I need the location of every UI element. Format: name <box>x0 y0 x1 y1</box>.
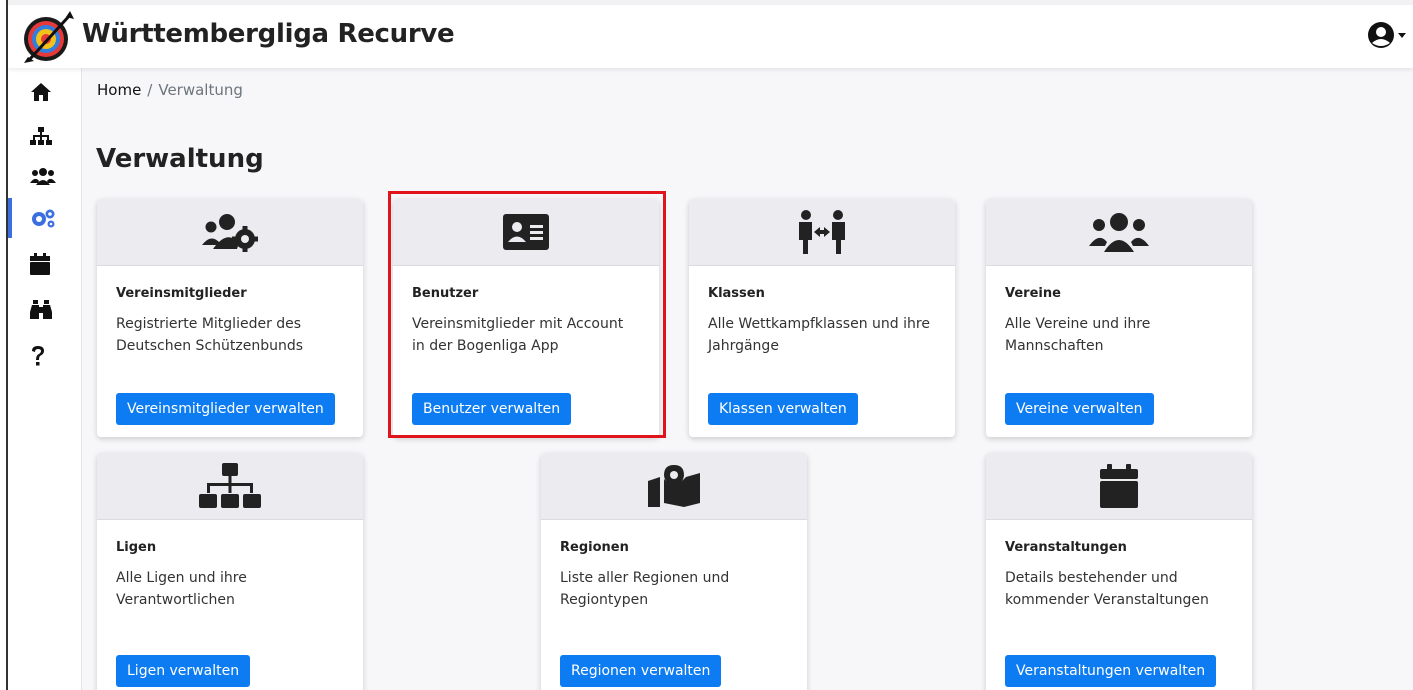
sidebar-item-vereine[interactable] <box>8 156 82 196</box>
card-vereinsmitglieder: Vereinsmitglieder Registrierte Mitgliede… <box>97 199 363 437</box>
sidebar-item-verwaltung[interactable] <box>8 198 82 238</box>
breadcrumb-separator: / <box>147 81 153 99</box>
people-arrows-icon <box>799 210 845 254</box>
card-title: Regionen <box>560 540 629 555</box>
card-header <box>97 199 363 266</box>
manage-veranstaltungen-button[interactable]: Veranstaltungen verwalten <box>1005 655 1217 687</box>
sidebar-item-ligen[interactable] <box>8 117 82 157</box>
card-header <box>986 199 1252 266</box>
card-description: Registrierte Mitglieder des Deutschen Sc… <box>116 316 304 354</box>
calendar-icon <box>1100 464 1138 508</box>
card-ligen: Ligen Alle Ligen und ihre Verantwortlich… <box>97 453 363 690</box>
user-menu[interactable] <box>1367 21 1407 49</box>
sidebar-item-hilfe[interactable] <box>8 336 82 376</box>
card-description: Alle Ligen und ihre Verantwortlichen <box>116 570 247 608</box>
manage-klassen-button[interactable]: Klassen verwalten <box>708 393 858 425</box>
breadcrumb-home-link[interactable]: Home <box>97 81 141 99</box>
main-content: Home / Verwaltung Verwaltung Vereinsmitgli… <box>82 68 1413 690</box>
card-header <box>986 453 1252 520</box>
sitemap-icon <box>199 463 261 508</box>
card-title: Veranstaltungen <box>1005 540 1127 555</box>
users-icon <box>1089 213 1149 252</box>
sidebar <box>8 68 82 690</box>
map-marked-icon <box>648 465 700 507</box>
app-title[interactable]: Württembergliga Recurve <box>82 19 455 49</box>
sidebar-item-home[interactable] <box>8 72 82 112</box>
breadcrumb-current: Verwaltung <box>158 81 243 99</box>
question-icon <box>32 346 44 366</box>
card-klassen: Klassen Alle Wettkampfklassen und ihre J… <box>689 199 955 437</box>
manage-regionen-button[interactable]: Regionen verwalten <box>560 655 722 687</box>
binoculars-icon <box>30 300 52 319</box>
users-icon <box>30 168 56 185</box>
card-regionen: Regionen Liste aller Regionen und Region… <box>541 453 807 690</box>
sidebar-item-veranstaltungen[interactable] <box>8 244 82 284</box>
card-description: Alle Vereine und ihre Mannschaften <box>1005 316 1151 354</box>
card-description: Liste aller Regionen und Regiontypen <box>560 570 730 608</box>
card-title: Ligen <box>116 540 157 555</box>
calendar-icon <box>30 253 50 275</box>
card-vereine: Vereine Alle Vereine und ihre Mannschaft… <box>986 199 1252 437</box>
sitemap-icon <box>30 127 52 145</box>
card-header <box>541 453 807 520</box>
card-header <box>689 199 955 266</box>
manage-vereinsmitglieder-button[interactable]: Vereinsmitglieder verwalten <box>116 393 335 425</box>
highlight-annotation-box <box>388 191 666 438</box>
card-description: Details bestehender und kommender Verans… <box>1005 570 1209 608</box>
manage-vereine-button[interactable]: Vereine verwalten <box>1005 393 1154 425</box>
manage-ligen-button[interactable]: Ligen verwalten <box>116 655 251 687</box>
sidebar-item-suche[interactable] <box>8 290 82 330</box>
card-veranstaltungen: Veranstaltungen Details bestehender und … <box>986 453 1252 690</box>
caret-down-icon <box>1398 33 1406 38</box>
page-title: Verwaltung <box>96 144 264 174</box>
home-icon <box>31 83 51 101</box>
card-description: Alle Wettkampfklassen und ihre Jahrgänge <box>708 316 930 354</box>
archery-target-logo-icon[interactable] <box>20 9 76 65</box>
users-cog-icon <box>202 214 258 252</box>
breadcrumb: Home / Verwaltung <box>97 81 243 99</box>
cogs-icon <box>32 209 55 228</box>
card-title: Vereine <box>1005 286 1061 301</box>
card-header <box>97 453 363 520</box>
top-header: Württembergliga Recurve <box>8 5 1413 68</box>
user-circle-icon <box>1368 22 1394 48</box>
card-title: Klassen <box>708 286 765 301</box>
card-title: Vereinsmitglieder <box>116 286 247 301</box>
